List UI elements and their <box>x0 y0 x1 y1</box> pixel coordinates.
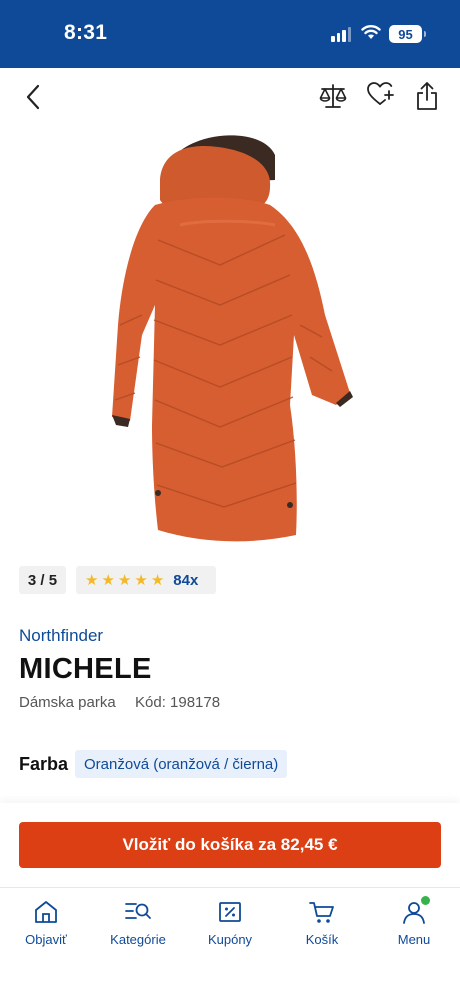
coupon-icon <box>216 898 244 926</box>
scale-icon <box>319 84 347 108</box>
nav-label: Menu <box>397 932 431 947</box>
rating-stars: ★ ★ ★ ★ ★ <box>85 573 164 588</box>
image-counter: 3 / 5 <box>19 566 66 594</box>
notification-dot <box>421 896 430 905</box>
product-category: Dámska parka <box>19 694 116 711</box>
battery-indicator: 95 <box>389 25 426 43</box>
color-label: Farba <box>19 754 69 774</box>
battery-level: 95 <box>398 26 413 42</box>
signal-icon <box>331 26 352 42</box>
product-title: MICHELE <box>19 653 152 685</box>
star-icon: ★ <box>134 571 148 589</box>
review-count: 84x <box>173 571 199 589</box>
star-icon: ★ <box>101 571 115 589</box>
compare-button[interactable] <box>317 80 349 112</box>
star-icon: ★ <box>117 571 132 589</box>
nav-label: Košík <box>305 932 339 947</box>
wifi-icon <box>361 25 381 39</box>
brand-link[interactable]: Northfinder <box>19 626 103 646</box>
back-button[interactable] <box>18 82 48 112</box>
share-button[interactable] <box>412 80 442 112</box>
add-to-cart-button[interactable]: Vložiť do košíka za 82,45 € <box>19 822 441 868</box>
nav-item-coupons[interactable]: Kupóny <box>190 898 270 947</box>
nav-label: Objaviť <box>25 932 67 947</box>
nav-item-discover[interactable]: Objaviť <box>6 898 86 947</box>
nav-label: Kupóny <box>207 932 253 947</box>
rating-badge[interactable]: ★ ★ ★ ★ ★ 84x <box>76 566 216 594</box>
home-icon <box>32 898 60 926</box>
categories-search-icon <box>124 898 152 926</box>
bottom-nav: Objaviť Kategórie Kupóny Košík Menu <box>0 887 460 997</box>
user-icon <box>400 896 430 926</box>
nav-item-menu[interactable]: Menu <box>374 896 454 947</box>
heart-plus-icon <box>367 82 394 105</box>
status-bar: 8:31 95 <box>0 0 460 68</box>
nav-label: Kategórie <box>110 932 166 947</box>
color-selector[interactable]: Oranžová (oranžová / čierna) <box>75 750 288 778</box>
star-icon: ★ <box>85 571 99 589</box>
wishlist-button[interactable] <box>364 78 396 110</box>
product-image[interactable] <box>100 125 360 550</box>
product-code: Kód: 198178 <box>135 694 221 711</box>
cart-icon <box>308 898 336 926</box>
star-icon: ★ <box>150 571 165 589</box>
nav-item-categories[interactable]: Kategórie <box>98 898 178 947</box>
chevron-left-icon <box>26 84 40 110</box>
share-icon <box>417 82 437 110</box>
nav-item-cart[interactable]: Košík <box>282 898 362 947</box>
status-time: 8:31 <box>64 21 108 44</box>
